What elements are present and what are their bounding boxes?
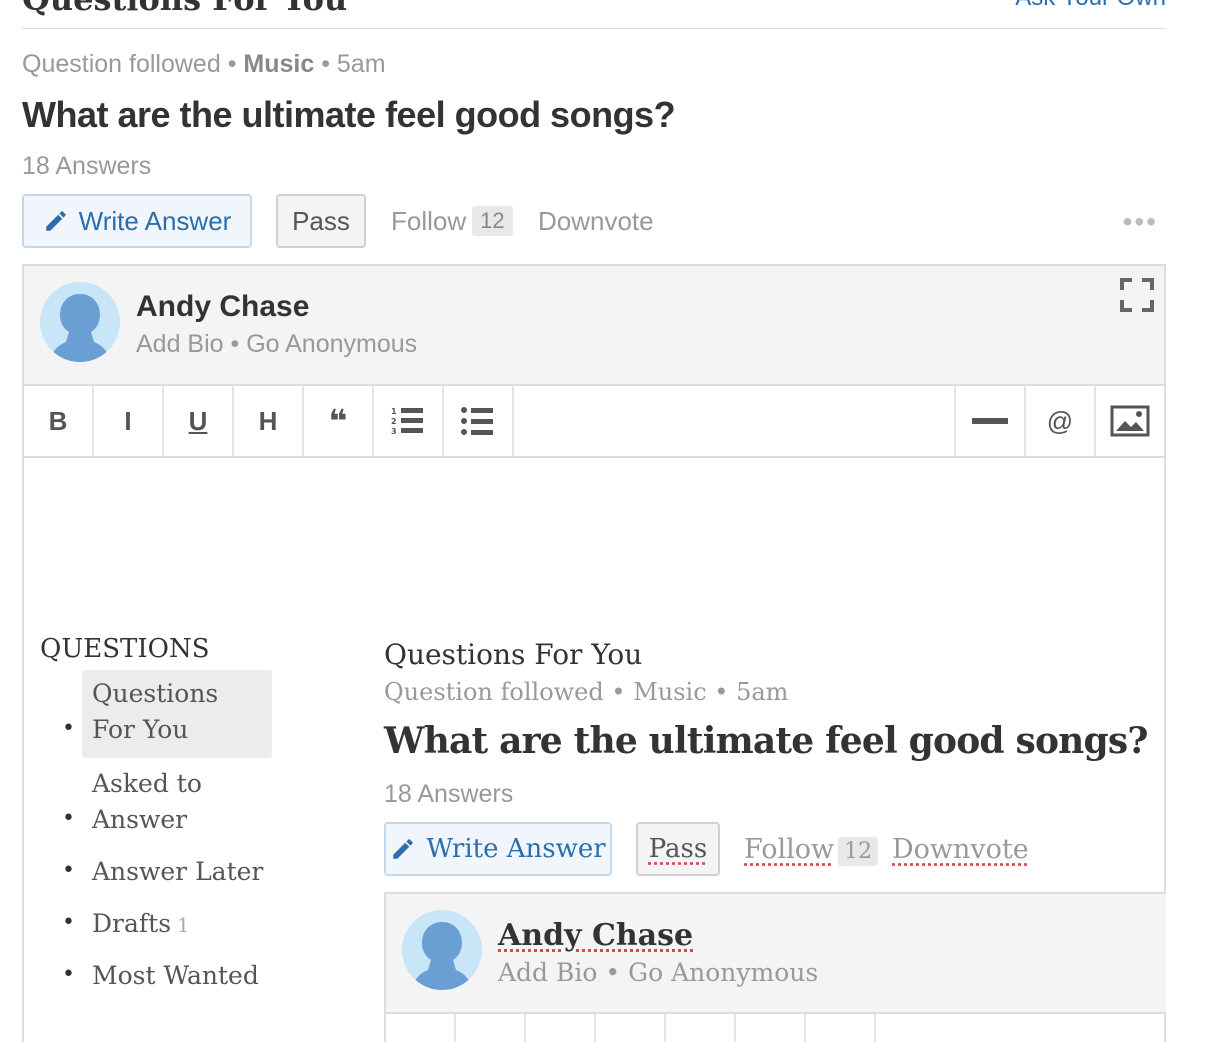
- preview-question-actions: Write Answer Pass Follow 12 Downvote: [384, 822, 1144, 876]
- page-header: Questions For You Ask Your Own: [22, 0, 1166, 29]
- follow-count-badge: 12: [838, 837, 878, 866]
- sidebar-item-asked-to-answer[interactable]: • Asked to Answer: [40, 766, 340, 842]
- fullscreen-icon[interactable]: [1120, 278, 1154, 317]
- preview-question-title[interactable]: What are the ultimate feel good songs?: [384, 720, 1148, 762]
- user-silhouette-icon: [402, 910, 482, 990]
- underline-button[interactable]: U: [164, 386, 234, 456]
- sidebar-heading: QUESTIONS: [40, 634, 210, 664]
- pencil-icon: [390, 836, 416, 862]
- go-anonymous-link[interactable]: Go Anonymous: [246, 330, 417, 358]
- formatting-toolbar: B I U H ❝ 1 2 3 @: [24, 386, 1164, 458]
- question-meta: Question followed • Music • 5am: [22, 50, 386, 79]
- preview-question-meta: Question followed • Music • 5am: [384, 678, 788, 706]
- sidebar-item-most-wanted[interactable]: • Most Wanted: [40, 958, 340, 994]
- meta-reason: Question followed: [22, 50, 221, 78]
- toolbar-cell[interactable]: [526, 1014, 596, 1042]
- toolbar-cell[interactable]: [456, 1014, 526, 1042]
- user-silhouette-icon: [40, 282, 120, 362]
- heading-button[interactable]: H: [234, 386, 304, 456]
- preview-downvote-button[interactable]: Downvote: [892, 834, 1029, 865]
- bullet-list-icon: [461, 406, 495, 436]
- preview-page-title: Questions For You: [384, 638, 642, 671]
- ask-your-own-link[interactable]: Ask Your Own: [1015, 0, 1166, 12]
- toolbar-cell[interactable]: [736, 1014, 806, 1042]
- insert-image-button[interactable]: [1094, 386, 1164, 456]
- preview-formatting-toolbar: [386, 1014, 1166, 1042]
- quote-button[interactable]: ❝: [304, 386, 374, 456]
- sidebar-item-label: Asked to Answer: [92, 766, 232, 838]
- numbered-list-icon: 1 2 3: [391, 406, 425, 436]
- svg-text:3: 3: [391, 427, 397, 436]
- go-anonymous-link[interactable]: Go Anonymous: [628, 958, 818, 987]
- editor-header: Andy Chase Add Bio • Go Anonymous: [24, 266, 1164, 386]
- sidebar-item-label: Questions For You: [92, 676, 262, 748]
- write-answer-label: Write Answer: [426, 834, 605, 864]
- follow-label: Follow: [391, 206, 466, 236]
- preview-author-options: Add Bio • Go Anonymous: [498, 958, 818, 987]
- sidebar-item-answer-later[interactable]: • Answer Later: [40, 854, 340, 890]
- bold-button[interactable]: B: [24, 386, 94, 456]
- sidebar-item-questions-for-you[interactable]: • Questions For You: [40, 670, 340, 758]
- sidebar-item-label: Most Wanted: [92, 958, 259, 994]
- downvote-button[interactable]: Downvote: [538, 206, 654, 237]
- ordered-list-button[interactable]: 1 2 3: [374, 386, 444, 456]
- meta-time: 5am: [337, 50, 386, 78]
- toolbar-cell[interactable]: [666, 1014, 736, 1042]
- avatar: [40, 282, 120, 362]
- pencil-icon: [43, 208, 69, 234]
- sidebar-item-label: Drafts: [92, 909, 171, 938]
- avatar: [402, 910, 482, 990]
- preview-author-name[interactable]: Andy Chase: [498, 918, 693, 953]
- italic-button[interactable]: I: [94, 386, 164, 456]
- preview-answers-count[interactable]: 18 Answers: [384, 780, 513, 809]
- more-options-icon[interactable]: •••: [1123, 206, 1158, 238]
- sidebar-item-drafts[interactable]: • Drafts 1: [40, 906, 340, 942]
- svg-text:1: 1: [391, 407, 397, 416]
- image-icon: [1110, 405, 1150, 437]
- write-answer-button[interactable]: Write Answer: [22, 194, 252, 248]
- mention-button[interactable]: @: [1024, 386, 1094, 456]
- question-actions: Write Answer Pass Follow 12 Downvote •••: [22, 194, 1166, 248]
- preview-pass-button[interactable]: Pass: [636, 822, 720, 876]
- author-name[interactable]: Andy Chase: [136, 290, 309, 324]
- write-answer-label: Write Answer: [79, 206, 232, 237]
- preview-topic-link[interactable]: Music: [633, 678, 706, 706]
- sidebar-item-label: Answer Later: [92, 854, 263, 890]
- toolbar-cell[interactable]: [386, 1014, 456, 1042]
- follow-button[interactable]: Follow 12: [391, 206, 513, 237]
- horizontal-rule-icon: [972, 417, 1008, 425]
- preview-follow-button[interactable]: Follow 12: [744, 834, 878, 866]
- follow-count-badge: 12: [472, 206, 512, 236]
- add-bio-link[interactable]: Add Bio: [498, 958, 597, 987]
- question-title[interactable]: What are the ultimate feel good songs?: [22, 94, 675, 136]
- add-bio-link[interactable]: Add Bio: [136, 330, 224, 358]
- pass-button[interactable]: Pass: [276, 194, 366, 248]
- drafts-count: 1: [177, 913, 190, 937]
- preview-write-answer-button[interactable]: Write Answer: [384, 822, 612, 876]
- topic-link[interactable]: Music: [243, 50, 314, 78]
- toolbar-cell[interactable]: [806, 1014, 876, 1042]
- divider-button[interactable]: [954, 386, 1024, 456]
- author-options: Add Bio • Go Anonymous: [136, 330, 417, 359]
- svg-text:2: 2: [391, 417, 397, 426]
- preview-answer-editor: Andy Chase Add Bio • Go Anonymous: [384, 892, 1166, 1042]
- toolbar-cell[interactable]: [596, 1014, 666, 1042]
- preview-editor-header: Andy Chase Add Bio • Go Anonymous: [386, 894, 1166, 1014]
- bullet-list-button[interactable]: [444, 386, 514, 456]
- page-title: Questions For You: [22, 0, 347, 18]
- answers-count[interactable]: 18 Answers: [22, 152, 151, 181]
